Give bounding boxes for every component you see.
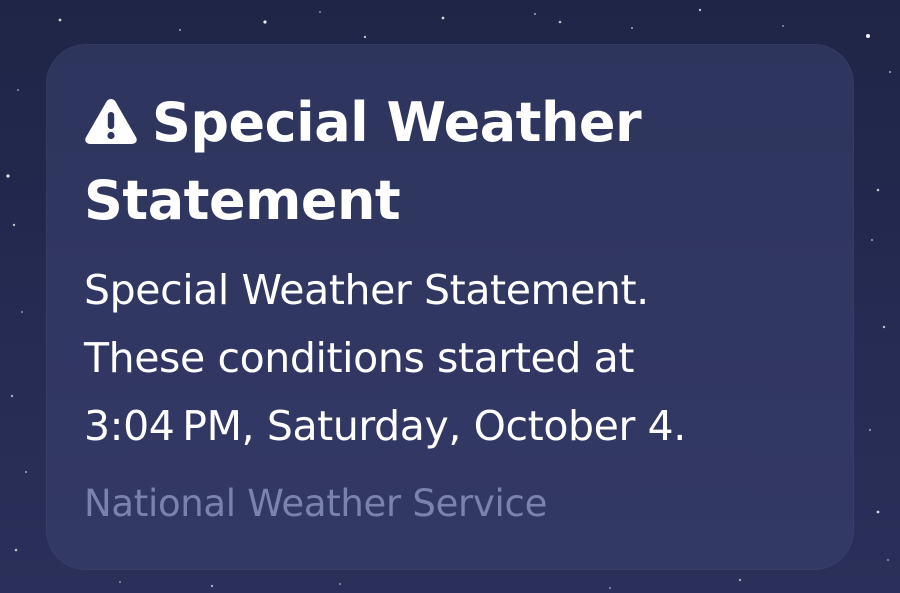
body-line-3: 3:04 PM, Saturday, October 4. (84, 402, 686, 450)
notification-source: National Weather Service (84, 482, 548, 525)
warning-triangle-icon (85, 99, 137, 144)
lock-screen-background: { "notification": { "icon": "warning-tri… (0, 0, 900, 593)
notification-body: Special Weather Statement. These conditi… (84, 256, 824, 460)
body-line-2: These conditions started at (84, 334, 635, 382)
title-line-1: Special Weather (152, 91, 642, 154)
title-line-2: Statement (84, 169, 401, 232)
notification-title: Special Weather Statement (84, 84, 804, 240)
body-line-1: Special Weather Statement. (84, 266, 649, 314)
